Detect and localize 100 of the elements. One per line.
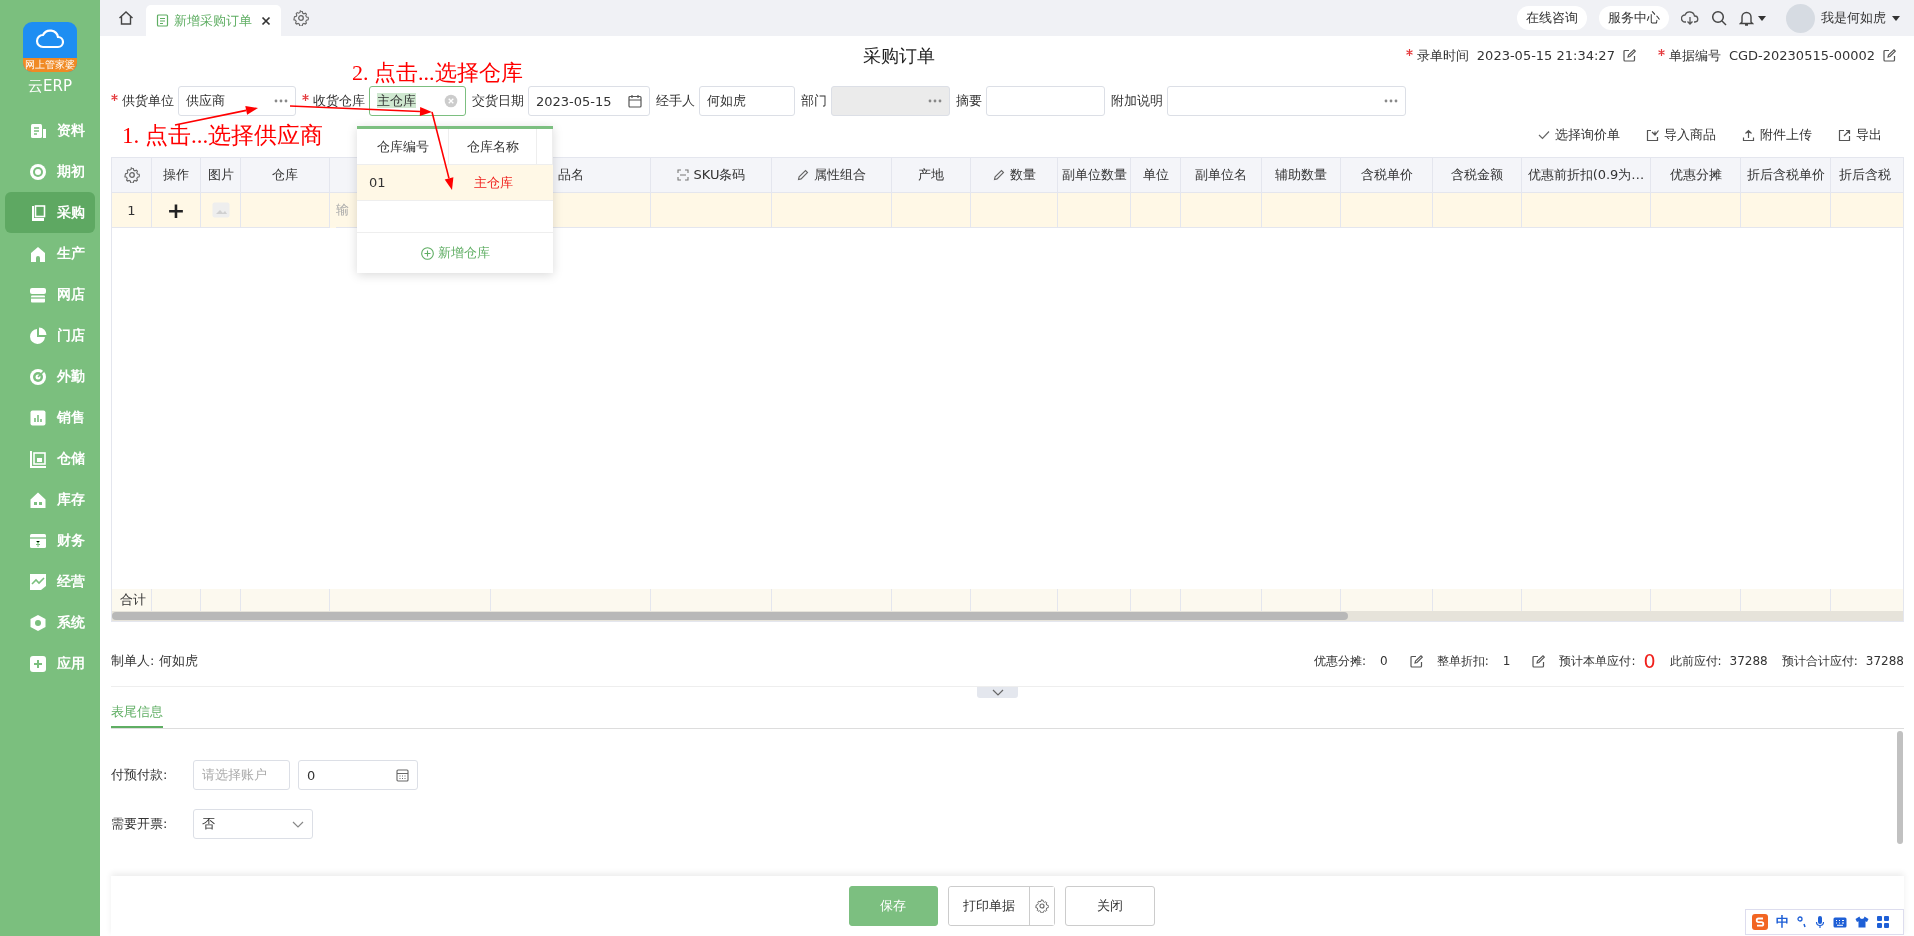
toolbar-button[interactable]: 导入商品 — [1646, 125, 1716, 145]
pie-chart-icon — [29, 326, 47, 345]
select-field[interactable]: 否 — [193, 809, 313, 839]
edit-icon[interactable] — [1883, 49, 1896, 62]
export-icon — [1838, 128, 1851, 142]
more-icon — [1384, 99, 1398, 103]
cell-placeholder: 输 — [336, 201, 349, 219]
input-field[interactable]: 主仓库 — [369, 86, 466, 116]
field-label: 需要开票: — [111, 815, 169, 833]
add-row-button[interactable]: + — [166, 197, 186, 223]
tab[interactable]: 表尾信息 — [111, 698, 163, 728]
close-icon[interactable] — [261, 15, 271, 26]
header-link[interactable]: 在线咨询 — [1517, 6, 1587, 30]
trend-chart-icon — [29, 572, 47, 591]
plus-circle-icon — [420, 246, 434, 260]
settings-icon[interactable] — [123, 167, 140, 183]
field-label: 付预付款: — [111, 766, 169, 784]
dropdown-row[interactable]: 01 主仓库 — [357, 165, 553, 201]
table-cell: 01 — [369, 175, 386, 190]
microphone-icon[interactable] — [1815, 915, 1825, 929]
search-icon[interactable] — [1711, 10, 1727, 26]
tab[interactable]: 新增采购订单 — [146, 5, 281, 36]
save-button[interactable]: 保存 — [848, 886, 938, 926]
field-label: 交货日期 — [472, 92, 524, 110]
edit-icon[interactable] — [1532, 654, 1546, 668]
input-field[interactable]: 何如虎 — [699, 86, 795, 116]
target-icon — [29, 367, 47, 386]
page-title: 采购订单 — [863, 43, 935, 68]
store-icon — [29, 285, 47, 304]
bell-icon[interactable] — [1739, 10, 1754, 26]
shirt-icon[interactable] — [1855, 916, 1869, 928]
book-icon — [29, 203, 47, 222]
home-icon[interactable] — [118, 10, 134, 26]
chevron-down-icon — [292, 820, 304, 828]
pencil-icon — [797, 169, 809, 181]
calendar-icon — [628, 94, 642, 108]
sidebar-item[interactable]: 外勤 — [5, 356, 95, 397]
input-field[interactable] — [986, 86, 1105, 116]
sidebar-item[interactable]: 库存 — [5, 479, 95, 520]
column-header: 仓库编号 — [376, 137, 429, 156]
punctuation-icon[interactable] — [1797, 916, 1807, 928]
upload-icon — [1742, 128, 1755, 142]
cloud-icon — [35, 27, 65, 51]
scrollbar[interactable] — [112, 611, 1903, 621]
edit-icon[interactable] — [1622, 49, 1636, 62]
input-field[interactable]: 请选择账户 — [193, 760, 290, 790]
summary-value: 0 — [1643, 650, 1656, 672]
sidebar-item[interactable]: 门店 — [5, 315, 95, 356]
sidebar-item[interactable]: 财务 — [5, 520, 95, 561]
print-settings-button[interactable] — [1028, 887, 1054, 925]
add-warehouse-button[interactable]: 新增仓库 — [414, 243, 496, 263]
cloud-download-icon[interactable] — [1681, 10, 1699, 26]
sidebar-item[interactable]: 网店 — [5, 274, 95, 315]
more-icon — [928, 99, 942, 103]
field-label: 摘要 — [956, 92, 982, 110]
ime-mode[interactable]: 中 — [1776, 913, 1789, 931]
input-field[interactable]: 供应商 — [178, 86, 296, 116]
column-header: 仓库名称 — [466, 137, 519, 156]
sidebar-item[interactable]: 系统 — [5, 602, 95, 643]
collapse-handle[interactable] — [977, 687, 1018, 698]
total-label: 合计 — [120, 591, 146, 609]
edit-icon[interactable] — [1409, 654, 1423, 668]
sidebar-item[interactable]: 经营 — [5, 561, 95, 602]
document-icon — [156, 14, 169, 27]
sidebar-item[interactable]: 期初 — [5, 151, 95, 192]
hexagon-icon — [29, 613, 47, 632]
logo-text: 网上管家婆 — [25, 59, 75, 71]
field-value: 何如虎 — [159, 652, 199, 670]
toolbar-button[interactable]: 导出 — [1838, 125, 1882, 145]
summary-label: 预计合计应付: — [1781, 652, 1858, 670]
field-label: 录单时间 — [1416, 46, 1469, 65]
house-icon — [29, 490, 47, 509]
annotation-text: 2. 点击...选择仓库 — [352, 60, 523, 86]
toolbar-button[interactable]: 附件上传 — [1742, 125, 1812, 145]
date-field[interactable]: 2023-05-15 — [528, 86, 650, 116]
field-value: 2023-05-15 21:34:27 — [1476, 48, 1615, 63]
field-label: 单据编号 — [1668, 46, 1721, 65]
app-name: 云ERP — [28, 77, 72, 96]
sidebar-item[interactable]: 应用 — [5, 643, 95, 684]
header-link[interactable]: 服务中心 — [1599, 6, 1669, 30]
field-label: 供货单位 — [122, 92, 174, 110]
input-field[interactable] — [1167, 86, 1406, 116]
house-icon — [29, 244, 47, 263]
close-button[interactable]: 关闭 — [1064, 886, 1155, 926]
ime-logo-icon[interactable] — [1752, 914, 1768, 930]
sidebar-item[interactable]: 仓储 — [5, 438, 95, 479]
sidebar-item[interactable]: 销售 — [5, 397, 95, 438]
sidebar-item[interactable]: 采购 — [5, 192, 95, 233]
sidebar-item[interactable]: 生产 — [5, 233, 95, 274]
chevron-down-icon — [991, 689, 1004, 696]
keyboard-icon[interactable] — [1833, 916, 1847, 928]
row-number: 1 — [127, 202, 136, 218]
bar-chart-icon — [29, 408, 47, 427]
grid-icon[interactable] — [1877, 916, 1889, 928]
number-field[interactable]: 0 — [298, 760, 418, 790]
image-icon — [211, 202, 230, 218]
toolbar-button[interactable]: 选择询价单 — [1538, 125, 1620, 145]
sidebar-item[interactable]: 资料 — [5, 110, 95, 151]
settings-icon[interactable] — [293, 10, 309, 26]
more-icon — [274, 99, 288, 103]
